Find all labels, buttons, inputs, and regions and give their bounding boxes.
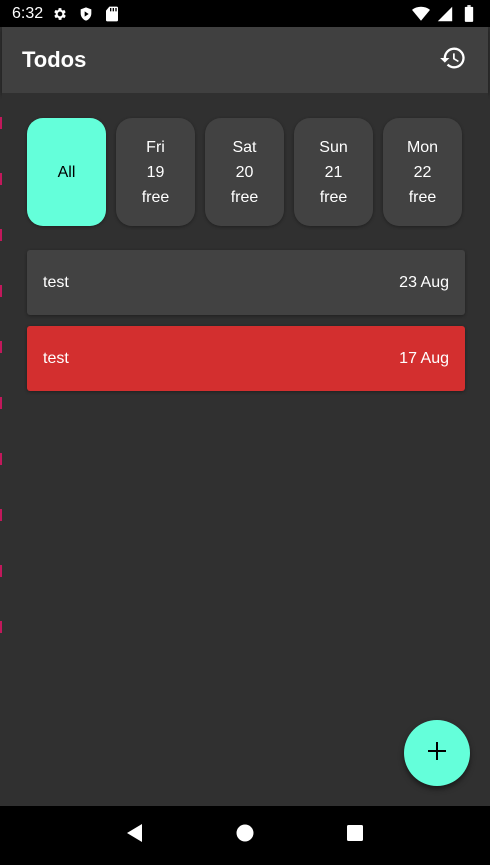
history-icon (439, 44, 467, 77)
todo-item-overdue[interactable]: test 17 Aug (27, 326, 465, 391)
day-filter-label: All (57, 163, 76, 181)
day-status: free (230, 188, 259, 206)
home-button[interactable] (230, 821, 260, 851)
shield-icon (77, 5, 95, 23)
day-date: 19 (146, 163, 165, 181)
todo-list: test 23 Aug test 17 Aug (27, 250, 465, 402)
todo-date: 23 Aug (399, 273, 449, 291)
app-bar: Todos (2, 27, 488, 93)
back-icon (125, 823, 145, 848)
day-status: free (408, 188, 437, 206)
day-name: Sun (319, 138, 348, 156)
day-name: Mon (406, 138, 439, 156)
todo-date: 17 Aug (399, 349, 449, 367)
day-filter-sun[interactable]: Sun 21 free (294, 118, 373, 226)
wifi-icon (412, 5, 430, 23)
day-status: free (141, 188, 170, 206)
system-nav-bar (0, 806, 490, 865)
add-todo-button[interactable] (404, 720, 470, 786)
status-bar: 6:32 (0, 0, 490, 27)
day-date: 22 (413, 163, 432, 181)
day-name: Sat (232, 138, 257, 156)
day-filter-fri[interactable]: Fri 19 free (116, 118, 195, 226)
recents-button[interactable] (340, 821, 370, 851)
day-status: free (319, 188, 348, 206)
battery-icon (460, 5, 478, 23)
day-date: 20 (235, 163, 254, 181)
home-icon (235, 823, 255, 848)
main-content: All Fri 19 free Sat 20 free Sun 21 free … (2, 93, 488, 806)
todo-item[interactable]: test 23 Aug (27, 250, 465, 315)
day-filter-row: All Fri 19 free Sat 20 free Sun 21 free … (27, 118, 462, 226)
signal-icon (436, 5, 454, 23)
sd-card-icon (103, 5, 121, 23)
status-time: 6:32 (12, 4, 44, 22)
page-title: Todos (22, 47, 87, 72)
phone-screen: 6:32 Todos All Fri 19 free Sat 20 free S… (0, 0, 490, 865)
day-name: Fri (146, 138, 165, 156)
day-filter-sat[interactable]: Sat 20 free (205, 118, 284, 226)
settings-icon (51, 5, 69, 23)
todo-title: test (43, 273, 69, 291)
back-button[interactable] (120, 821, 150, 851)
day-filter-mon[interactable]: Mon 22 free (383, 118, 462, 226)
history-button[interactable] (438, 45, 468, 75)
todo-title: test (43, 349, 69, 367)
recents-icon (345, 823, 365, 848)
status-left: 6:32 (12, 5, 121, 23)
day-date: 21 (324, 163, 343, 181)
plus-icon (426, 740, 448, 767)
day-filter-all[interactable]: All (27, 118, 106, 226)
status-right (412, 5, 478, 23)
